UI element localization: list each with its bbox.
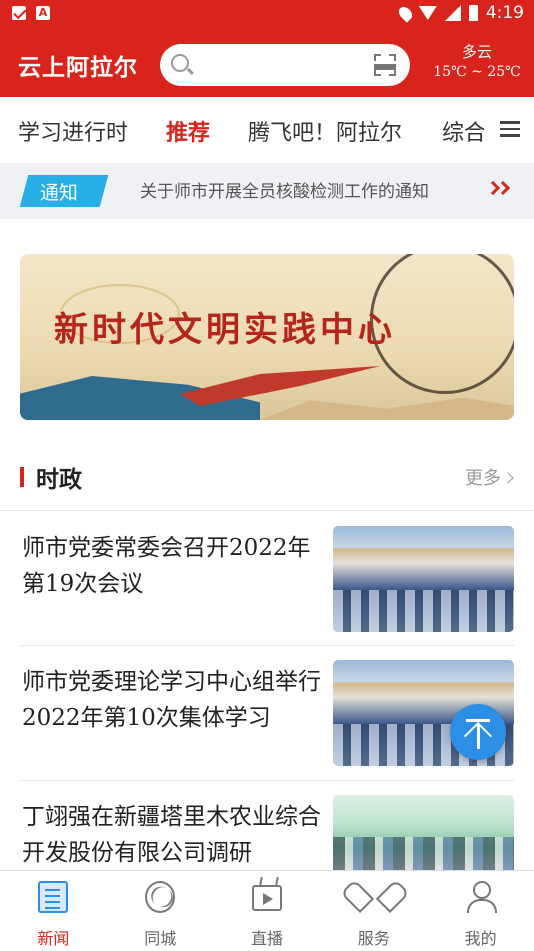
back-to-top-button[interactable] [450,704,506,760]
tab-study[interactable]: 学习进行时 [18,115,128,147]
nav-label: 直播 [250,929,283,948]
news-thumbnail [333,526,514,632]
tab-takeoff-alaer[interactable]: 腾飞吧！阿拉尔 [248,115,402,147]
nav-label: 我的 [464,929,497,948]
news-headline: 师市党委理论学习中心组举行2022年第10次集体学习 [22,669,321,731]
double-chevron-right-icon[interactable] [485,180,512,199]
nav-live[interactable]: 直播 [214,871,321,951]
status-bar: A 4:19 [0,0,534,28]
section-header: 时政 更多 [0,446,534,506]
nav-city[interactable]: 同城 [107,871,214,951]
news-item[interactable]: 师市党委常委会召开2022年第19次会议 [0,512,534,646]
notice-bar[interactable]: 通知 关于师市开展全员核酸检测工作的通知 [0,163,534,219]
promo-banner[interactable]: 新时代文明实践中心 [20,254,514,420]
city-icon [144,881,175,913]
app-logo: 云上阿拉尔 [18,54,138,81]
news-item[interactable]: 师市党委理论学习中心组举行2022年第10次集体学习 [0,646,534,780]
notice-tag-label: 通知 [39,182,78,204]
news-icon [38,881,68,913]
section-title: 时政 [36,467,82,493]
live-tv-icon [251,885,282,911]
news-headline: 师市党委常委会召开2022年第19次会议 [22,535,311,597]
tab-recommend[interactable]: 推荐 [166,115,210,147]
channel-tabs: 学习进行时 推荐 腾飞吧！阿拉尔 综合 [0,97,534,163]
tab-general[interactable]: 综合 [442,115,486,147]
section-accent-bar [20,467,24,487]
nav-label: 同城 [144,929,177,948]
notice-tag: 通知 [19,175,109,207]
news-headline: 丁翊强在新疆塔里木农业综合开发股份有限公司调研 [22,804,321,866]
heart-service-icon [358,881,388,913]
app-header: 云上阿拉尔 多云 15℃ ~ 25℃ [0,28,534,97]
wifi-icon [418,6,437,20]
search-input[interactable] [200,52,360,78]
signal-icon [444,5,461,21]
more-label: 更多 [465,468,501,489]
banner-dunes [260,397,514,420]
nav-label: 新闻 [37,929,70,948]
user-icon [465,881,498,913]
bottom-navigation: 新闻 同城 直播 服务 我的 [0,870,534,950]
banner-ribbon [180,366,380,406]
weather-temperature: 15℃ ~ 25℃ [433,64,521,80]
a-notification-icon: A [36,6,50,20]
status-right: 4:19 [396,3,524,23]
search-icon [171,54,189,72]
nav-news[interactable]: 新闻 [0,871,107,951]
notice-text[interactable]: 关于师市开展全员核酸检测工作的通知 [140,177,460,202]
status-time: 4:19 [485,3,524,23]
scan-icon[interactable] [374,54,396,76]
mail-notification-icon [12,6,26,20]
search-bar[interactable] [160,44,410,86]
nav-me[interactable]: 我的 [427,871,534,951]
nav-service[interactable]: 服务 [320,871,427,951]
status-left-icons: A [12,6,50,20]
chevron-right-icon [502,472,514,484]
location-icon [396,3,415,23]
weather-widget[interactable]: 多云 15℃ ~ 25℃ [432,42,522,82]
banner-title: 新时代文明实践中心 [54,310,396,350]
divider [0,510,534,511]
more-link[interactable]: 更多 [465,464,514,490]
weather-condition: 多云 [461,43,492,61]
nav-label: 服务 [357,929,390,948]
battery-icon [468,5,478,21]
menu-icon[interactable] [500,121,520,137]
